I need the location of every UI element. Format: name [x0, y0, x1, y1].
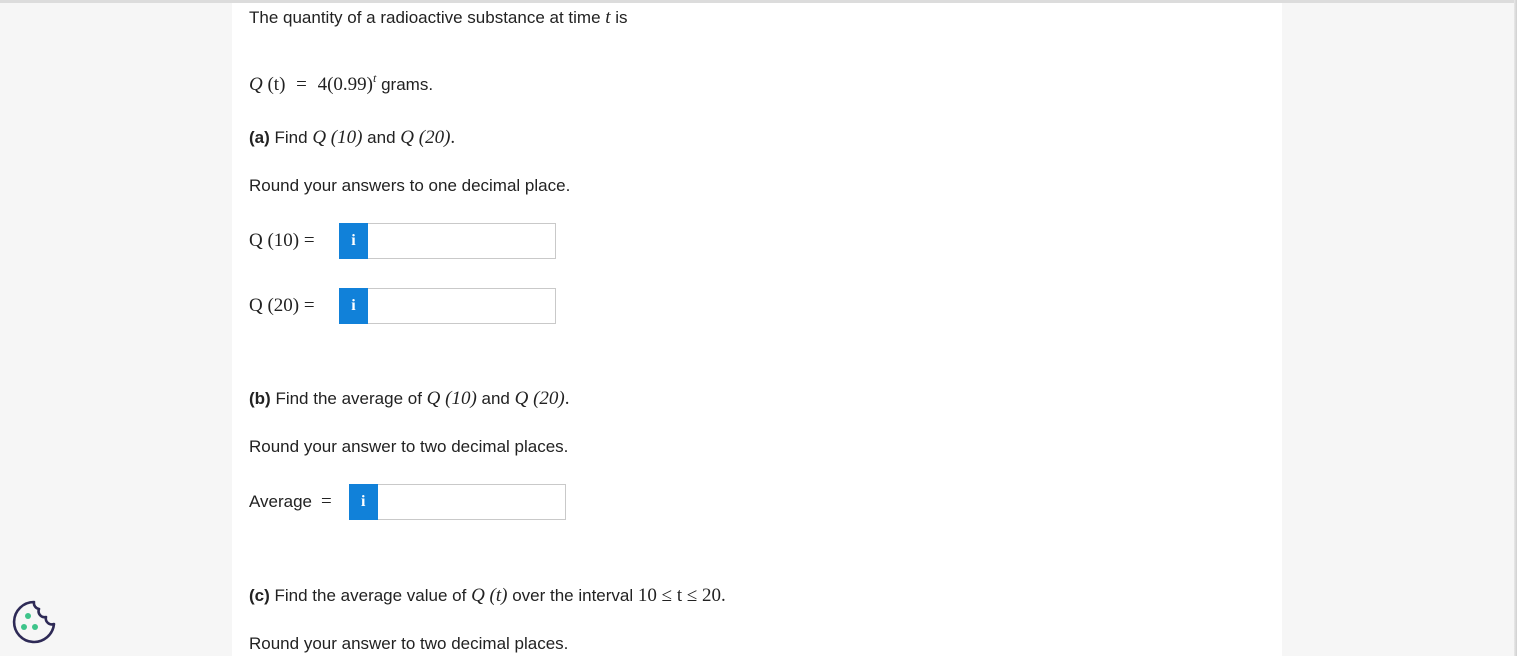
formula-fn: Q	[249, 74, 263, 95]
question-panel: The quantity of a radioactive substance …	[232, 3, 1282, 656]
part-c-tag: (c)	[249, 586, 270, 605]
part-b-and: and	[476, 389, 515, 408]
formula-coef: 4(0.99)	[317, 74, 374, 95]
part-b-tag: (b)	[249, 389, 271, 408]
info-button-q20[interactable]: i	[339, 288, 368, 324]
info-icon: i	[361, 493, 366, 510]
part-c-heading: (c) Find the average value of Q (t) over…	[249, 585, 726, 607]
part-c-text: Find the average value of	[269, 586, 472, 605]
intro-text: The quantity of a radioactive substance …	[249, 7, 628, 29]
part-a-period: .	[450, 127, 456, 148]
info-button-average[interactable]: i	[348, 484, 378, 520]
part-c-qt: Q (t)	[471, 585, 508, 606]
part-a-q20: Q (20)	[400, 127, 451, 148]
part-b-q20: Q (20)	[514, 388, 565, 409]
answer-label-average-equals: =	[321, 491, 332, 512]
formula-unit: grams.	[376, 75, 434, 94]
formula: Q (t) = 4(0.99)t grams.	[249, 67, 433, 96]
part-b-heading: (b) Find the average of Q (10) and Q (20…	[249, 388, 570, 410]
intro-text-end: is	[610, 8, 628, 27]
answer-row-average: Average = i	[249, 484, 566, 520]
part-a-text: Find	[269, 128, 313, 147]
info-icon: i	[351, 232, 356, 249]
answer-label-average: Average	[249, 492, 313, 511]
answer-input-average[interactable]	[377, 484, 566, 520]
part-b-text: Find the average of	[270, 389, 427, 408]
answer-label-q20: Q (20) =	[249, 295, 315, 316]
part-b-period: .	[564, 388, 570, 409]
answer-row-q20: Q (20) = i	[249, 288, 556, 324]
formula-equals: =	[296, 74, 307, 95]
info-icon: i	[351, 297, 356, 314]
part-a-heading: (a) Find Q (10) and Q (20).	[249, 127, 455, 149]
part-b-q10: Q (10)	[426, 388, 477, 409]
answer-input-q20[interactable]	[368, 288, 556, 324]
formula-arg: (t)	[262, 74, 286, 95]
answer-label-q10: Q (10) =	[249, 230, 315, 251]
answer-input-q10[interactable]	[368, 223, 556, 259]
part-a-tag: (a)	[249, 128, 270, 147]
part-a-and: and	[362, 128, 401, 147]
part-c-text-2: over the interval	[507, 586, 638, 605]
part-c-interval: 10 ≤ t ≤ 20.	[637, 585, 726, 606]
part-a-q10: Q (10)	[312, 127, 363, 148]
part-a-instruction: Round your answers to one decimal place.	[249, 176, 571, 195]
part-c-instruction: Round your answer to two decimal places.	[249, 634, 569, 653]
cookie-icon[interactable]	[12, 600, 56, 644]
part-b-instruction: Round your answer to two decimal places.	[249, 437, 569, 456]
answer-row-q10: Q (10) = i	[249, 223, 556, 259]
info-button-q10[interactable]: i	[339, 223, 368, 259]
intro-text-start: The quantity of a radioactive substance …	[249, 8, 606, 27]
